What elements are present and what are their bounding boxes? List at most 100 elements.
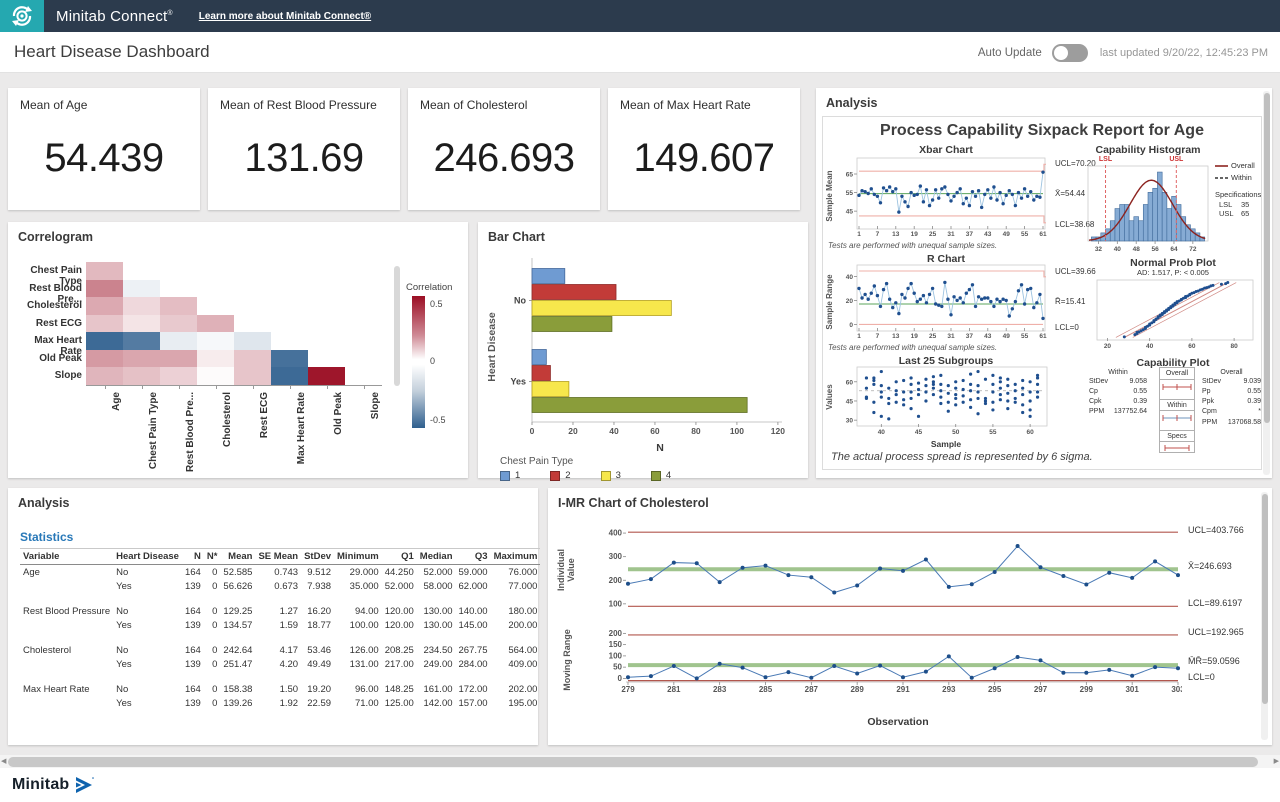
minitab-logo-icon [74,776,94,794]
svg-text:299: 299 [1080,685,1094,694]
imr-vertical-scrollbar[interactable] [1261,492,1268,740]
correlogram-cell[interactable] [234,350,271,368]
correlogram-cell[interactable] [86,332,123,350]
statistics-table: VariableHeart DiseaseNN*MeanSE MeanStDev… [20,548,526,710]
xbar-chart-svg: 45556517131925313743495561 [839,155,1051,239]
correlogram-cell[interactable] [86,262,123,280]
correlogram-cell[interactable] [197,315,234,333]
correlogram-cell[interactable] [123,332,160,350]
svg-text:301: 301 [1125,685,1139,694]
correlogram-cell[interactable] [160,332,197,350]
scroll-left-arrow[interactable]: ◀ [1,757,6,765]
correlogram-cell[interactable] [86,367,123,385]
mr-ucl-label: UCL=192.965 [1188,627,1244,637]
svg-text:40: 40 [1146,343,1154,350]
svg-text:13: 13 [892,231,900,238]
scrollbar-thumb[interactable] [8,757,1258,767]
specifications-block: Specifications LSL35 USL65 [1215,190,1263,218]
svg-text:1: 1 [857,231,861,238]
capplot-stat-row: StDev9.058 [1089,377,1147,387]
correlogram-cell[interactable] [197,367,234,385]
svg-text:Yes: Yes [510,377,526,387]
svg-text:0: 0 [849,322,853,329]
correlogram-row-label: Rest ECG [12,318,82,329]
svg-text:20: 20 [846,298,854,305]
correlogram-cell[interactable] [123,350,160,368]
correlogram-cell[interactable] [197,350,234,368]
correlogram-cell[interactable] [86,350,123,368]
correlogram-cell[interactable] [160,315,197,333]
iv-chart-svg: 100200300400 [594,518,1182,622]
footer-brand: Minitab [12,776,69,794]
svg-text:31: 31 [947,231,955,238]
correlogram-cell[interactable] [271,350,308,368]
xbar-ylabel: Sample Mean [825,163,834,229]
overall-interval [1160,380,1194,394]
capplot-stat-row: Pp0.55 [1202,387,1261,397]
correlogram-cell[interactable] [123,280,160,298]
page-title: Heart Disease Dashboard [14,42,210,62]
scroll-right-arrow[interactable]: ▶ [1274,757,1279,765]
correlogram-cell[interactable] [123,315,160,333]
correlogram-col-label: Old Peak [333,392,346,502]
svg-text:293: 293 [942,685,956,694]
svg-text:80: 80 [691,426,701,436]
svg-text:64: 64 [1170,246,1178,253]
svg-text:281: 281 [667,685,681,694]
bar-chart-svg: 020406080100120NoYes [502,256,788,440]
auto-update-toggle[interactable] [1052,44,1088,62]
correlogram-cell[interactable] [123,297,160,315]
last25-xlabel: Sample [841,439,1051,449]
page-header: Heart Disease Dashboard Auto Update last… [0,32,1280,73]
colorbar-tick: 0 [430,356,435,366]
correlogram-scrollbar[interactable] [393,266,399,386]
correlogram-cell[interactable] [308,367,345,385]
imr-panel: I-MR Chart of Cholesterol IndividualValu… [548,488,1272,745]
correlogram-cell[interactable] [86,315,123,333]
correlogram-cell[interactable] [160,350,197,368]
correlogram-cell[interactable] [86,297,123,315]
svg-text:40: 40 [878,429,886,436]
hist-svg: LSLUSL324048566472 [1085,153,1211,253]
svg-text:50: 50 [952,429,960,436]
learn-more-link[interactable]: Learn more about Minitab Connect® [199,11,371,22]
correlogram-cell[interactable] [160,297,197,315]
panel-title: Analysis [826,96,877,110]
correlogram-cell[interactable] [234,367,271,385]
correlogram-col-label: Cholesterol [222,392,235,502]
svg-text:297: 297 [1034,685,1048,694]
mr-chart-svg: 0501001502002792812832852872892912932952… [594,624,1182,704]
kpi-card-mean-age: Mean of Age 54.439 [8,88,200,210]
brand-title: Minitab Connect® [56,8,173,25]
correlogram-cell[interactable] [197,332,234,350]
capplot-overall-stats: Overall StDev9.039Pp0.55Ppk0.39Cpm*PPM13… [1202,369,1261,428]
column-header: N [182,549,204,565]
correlogram-col-label: Max Heart Rate [296,392,309,502]
svg-text:150: 150 [609,640,623,649]
capplot-stat-row: Cpk0.39 [1089,397,1147,407]
svg-text:291: 291 [896,685,910,694]
svg-text:80: 80 [1230,343,1238,350]
svg-text:61: 61 [1039,333,1047,340]
svg-text:45: 45 [846,398,854,405]
colorbar-tick: -0.5 [430,415,446,425]
svg-text:200: 200 [609,629,623,638]
bar-legend-title: Chest Pain Type [500,456,573,467]
panel-title: Analysis [18,496,69,510]
xbar-note: Tests are performed with unequal sample … [828,241,997,250]
correlogram-cell[interactable] [271,367,308,385]
svg-text:279: 279 [621,685,635,694]
correlogram-col-label: Age [111,392,124,502]
correlogram-cell[interactable] [234,332,271,350]
sixpack-vertical-scrollbar[interactable] [1263,91,1270,475]
r-note: Tests are performed with unequal sample … [828,343,997,352]
horizontal-scrollbar[interactable]: ◀ ▶ [0,755,1280,768]
kpi-label: Mean of Max Heart Rate [620,98,751,112]
correlogram-cell[interactable] [123,367,160,385]
kpi-value: 54.439 [8,136,200,181]
minitab-connect-logo[interactable] [0,0,44,32]
table-row: Yes1390134.571.5918.77100.00120.00130.00… [20,618,540,632]
correlogram-cell[interactable] [160,367,197,385]
svg-text:65: 65 [846,172,854,179]
correlogram-cell[interactable] [86,280,123,298]
